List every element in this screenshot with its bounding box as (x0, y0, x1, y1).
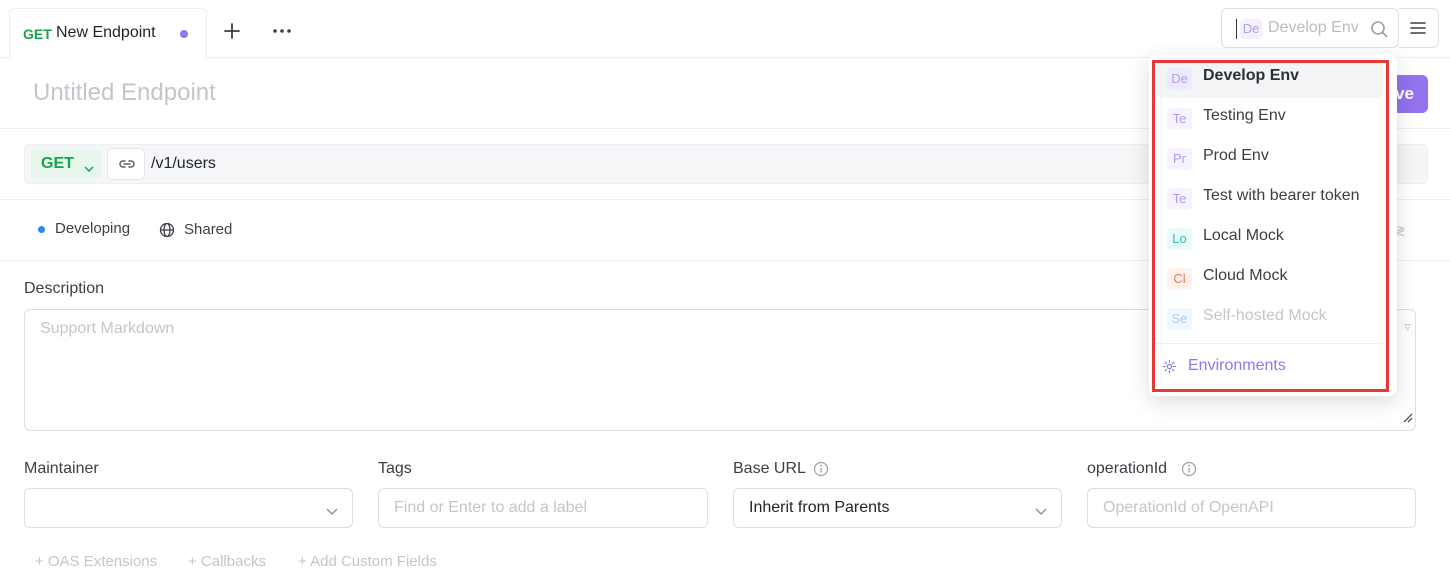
env-abbr-badge: Te (1167, 108, 1192, 130)
env-option-label: Cloud Mock (1203, 267, 1288, 284)
globe-icon (159, 222, 175, 238)
base-url-value: Inherit from Parents (749, 499, 890, 516)
env-abbr-badge: De (1167, 68, 1192, 90)
base-url-label: Base URL (733, 460, 806, 477)
status-dot-icon (38, 226, 45, 233)
env-abbr-badge: Se (1167, 308, 1192, 330)
tags-input[interactable]: Find or Enter to add a label (378, 488, 708, 528)
env-abbr-badge: Lo (1167, 228, 1192, 250)
tab-title: New Endpoint (56, 24, 156, 41)
env-option-prod[interactable]: Pr Prod Env (1157, 138, 1383, 178)
operation-id-input[interactable]: OperationId of OpenAPI (1087, 488, 1416, 528)
chevron-down-icon (84, 160, 94, 178)
maintainer-label: Maintainer (24, 460, 99, 477)
env-option-bearer-token[interactable]: Te Test with bearer token (1157, 178, 1383, 218)
tab-new-endpoint[interactable]: GET New Endpoint (9, 8, 207, 58)
add-oas-extensions-button[interactable]: + OAS Extensions (35, 553, 157, 570)
info-icon[interactable] (1181, 461, 1197, 477)
description-placeholder: Support Markdown (40, 320, 175, 337)
add-custom-fields-button[interactable]: + Add Custom Fields (298, 553, 437, 570)
link-button[interactable] (107, 148, 145, 180)
more-options-icon[interactable] (271, 24, 293, 38)
env-option-testing[interactable]: Te Testing Env (1157, 98, 1383, 138)
env-option-label: Develop Env (1203, 67, 1300, 84)
env-option-label: Test with bearer token (1203, 187, 1360, 204)
env-option-label: Testing Env (1203, 107, 1286, 124)
base-url-select[interactable]: Inherit from Parents (733, 488, 1062, 528)
env-abbr-badge: Te (1167, 188, 1192, 210)
hamburger-icon (1410, 22, 1426, 34)
dropdown-divider (1157, 343, 1383, 344)
env-option-self-hosted-mock: Se Self-hosted Mock (1157, 298, 1383, 338)
search-icon (1370, 20, 1388, 38)
env-option-local-mock[interactable]: Lo Local Mock (1157, 218, 1383, 258)
environment-select[interactable]: De Develop Env (1221, 8, 1399, 48)
chevron-down-icon (1035, 503, 1047, 521)
env-abbr-badge: De (1240, 19, 1262, 39)
link-icon (119, 160, 135, 168)
unsaved-dot-icon (180, 30, 188, 38)
maintainer-select[interactable] (24, 488, 353, 528)
path-input[interactable]: /v1/users (151, 155, 216, 173)
gear-icon (1162, 359, 1177, 374)
method-select[interactable]: GET (31, 150, 101, 178)
visibility-select[interactable]: Shared (184, 221, 232, 238)
info-icon[interactable] (813, 461, 829, 477)
env-option-cloud-mock[interactable]: Cl Cloud Mock (1157, 258, 1383, 298)
env-select-value: Develop Env (1268, 19, 1359, 36)
env-abbr-badge: Pr (1167, 148, 1192, 170)
chevron-down-icon (326, 503, 338, 521)
menu-button[interactable] (1399, 8, 1439, 48)
method-value: GET (41, 155, 74, 172)
resize-handle-icon[interactable] (1403, 410, 1413, 428)
tags-label: Tags (378, 460, 412, 477)
env-option-label: Local Mock (1203, 227, 1284, 244)
operation-id-label: operationId (1087, 460, 1168, 477)
endpoint-name-input[interactable]: Untitled Endpoint (33, 79, 216, 107)
add-tab-icon[interactable] (221, 20, 243, 42)
tab-method: GET (23, 26, 52, 42)
tags-placeholder: Find or Enter to add a label (394, 499, 588, 516)
text-cursor (1236, 19, 1237, 39)
env-option-develop[interactable]: De Develop Env (1157, 58, 1383, 98)
operation-id-placeholder: OperationId of OpenAPI (1103, 499, 1274, 516)
markdown-toggle-icon[interactable]: ▿ (1404, 318, 1411, 335)
environments-label: Environments (1188, 357, 1286, 374)
status-select[interactable]: Developing (55, 220, 130, 237)
description-label: Description (24, 280, 105, 297)
env-abbr-badge: Cl (1167, 268, 1192, 290)
add-callbacks-button[interactable]: + Callbacks (188, 553, 266, 570)
env-option-label: Self-hosted Mock (1203, 307, 1327, 324)
env-option-label: Prod Env (1203, 147, 1269, 164)
